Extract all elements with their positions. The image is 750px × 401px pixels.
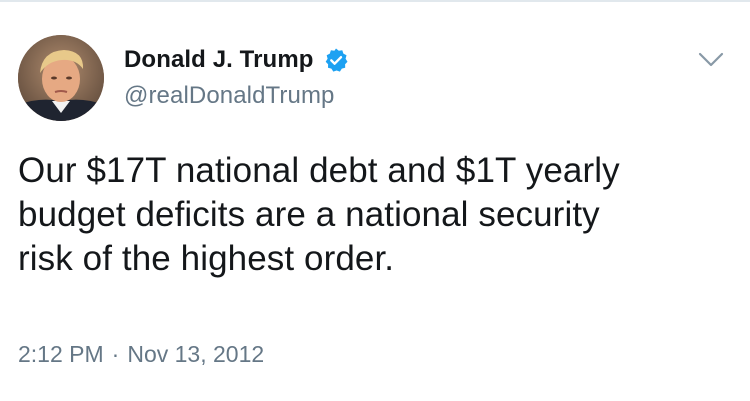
verified-badge-icon: [323, 47, 349, 73]
tweet-timestamp[interactable]: 2:12 PM · Nov 13, 2012: [18, 341, 264, 368]
tweet-menu-button[interactable]: [696, 48, 726, 72]
meta-separator: ·: [111, 341, 120, 367]
tweet-card: Donald J. Trump @realDonaldTrump Our $17…: [0, 0, 750, 401]
author-name-row: Donald J. Trump: [124, 44, 349, 76]
chevron-down-icon: [698, 52, 724, 67]
display-name[interactable]: Donald J. Trump: [124, 46, 314, 74]
avatar[interactable]: [18, 35, 104, 121]
tweet-time: 2:12 PM: [18, 341, 104, 367]
tweet-date: Nov 13, 2012: [127, 341, 265, 367]
profile-photo-icon: [18, 35, 104, 121]
tweet-text: Our $17T national debt and $1T yearly bu…: [18, 151, 620, 278]
user-handle[interactable]: @realDonaldTrump: [124, 82, 335, 110]
